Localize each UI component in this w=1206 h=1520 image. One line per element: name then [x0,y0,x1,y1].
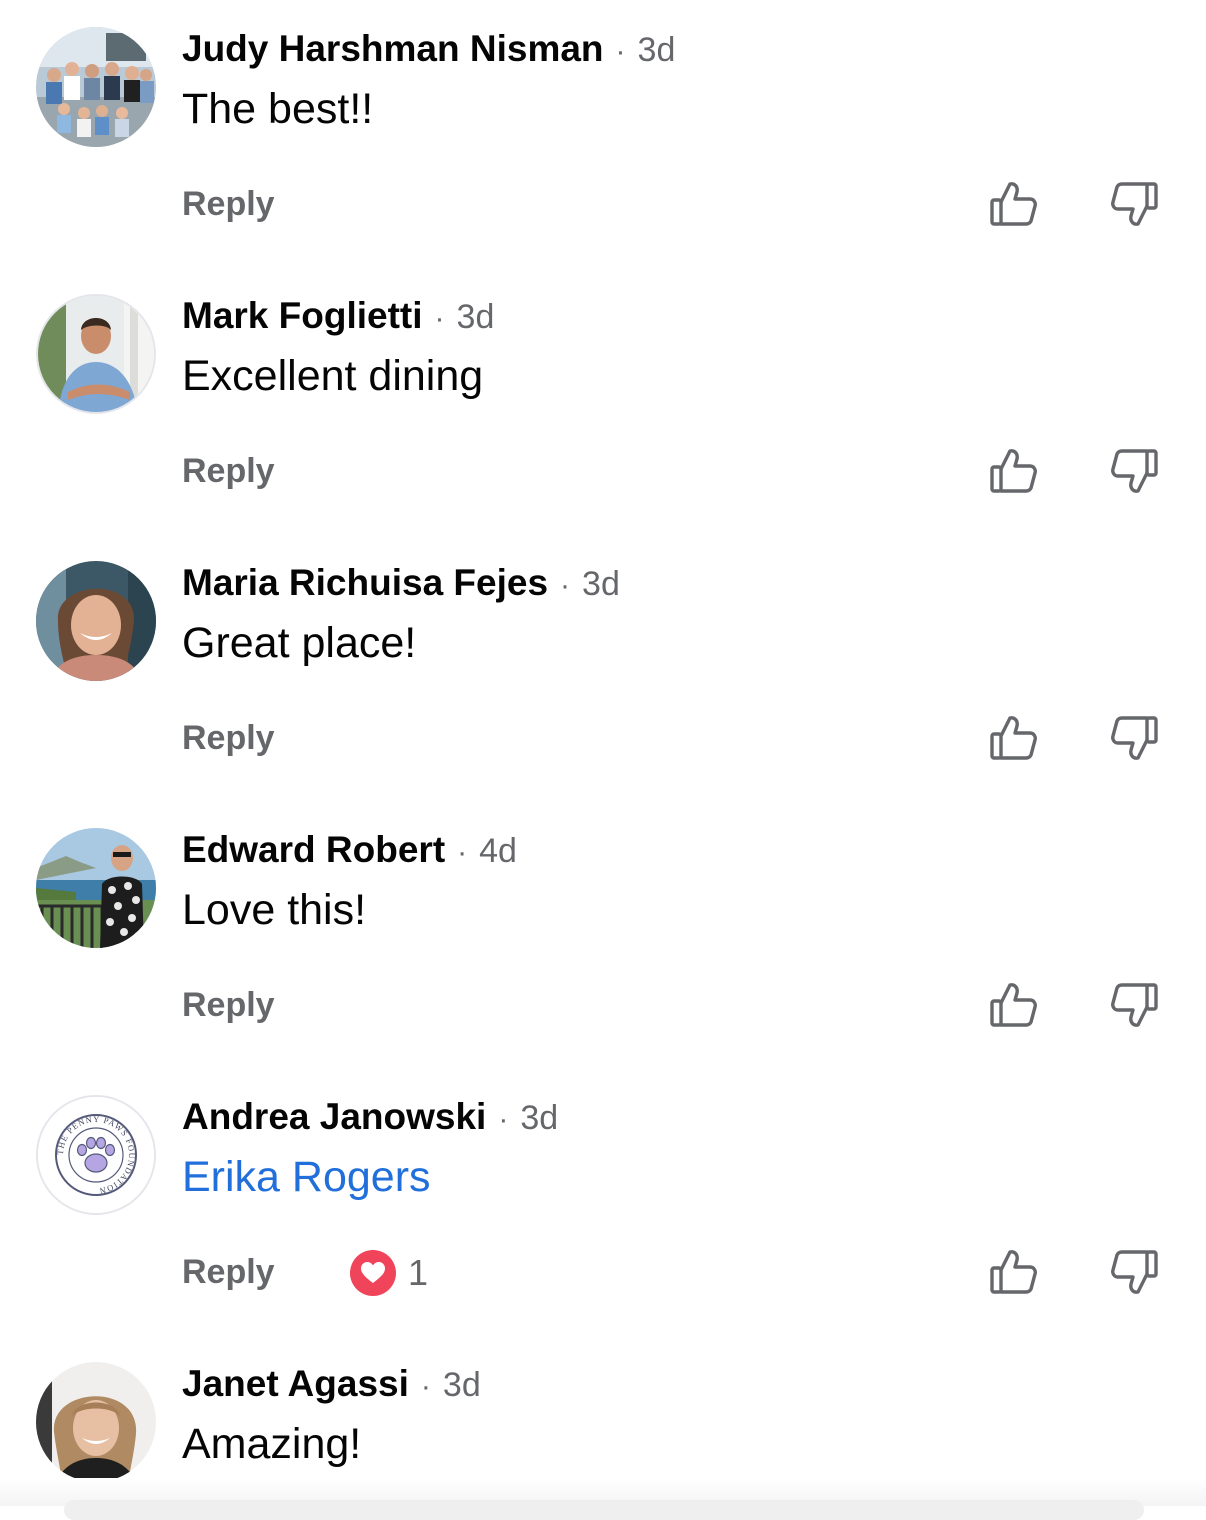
comment-timestamp[interactable]: 3d [582,565,620,604]
reply-button[interactable]: Reply [182,452,275,491]
comment-text: The best!! [182,85,374,133]
comment-timestamp[interactable]: 3d [443,1366,481,1405]
avatar[interactable] [36,828,156,948]
mentioned-user-link[interactable]: Erika Rogers [182,1153,431,1202]
comment-item: Judy Harshman Nisman · 3d The best!! Rep… [0,0,1206,267]
thumbs-up-icon[interactable] [988,1246,1040,1298]
thumbs-down-icon[interactable] [1108,712,1160,764]
author-name[interactable]: Mark Foglietti [182,295,423,337]
comment-text: Amazing! [182,1420,362,1468]
reply-button[interactable]: Reply [182,986,275,1025]
thumbs-up-icon[interactable] [988,979,1040,1031]
comment-header: Judy Harshman Nisman · 3d [182,28,675,72]
author-name[interactable]: Edward Robert [182,829,445,871]
meta-separator: · [457,836,468,869]
author-name[interactable]: Judy Harshman Nisman [182,28,604,70]
avatar[interactable] [36,1362,156,1482]
thumbs-up-icon[interactable] [988,178,1040,230]
comment-header: Janet Agassi · 3d [182,1363,481,1407]
thumbs-up-icon[interactable] [988,712,1040,764]
meta-separator: · [560,569,571,602]
thumbs-down-icon[interactable] [1108,178,1160,230]
comment-input-edge[interactable] [64,1500,1144,1520]
reaction-count: 1 [408,1252,429,1293]
comment-text: Excellent dining [182,352,484,400]
comment-timestamp[interactable]: 4d [479,832,517,871]
comment-composer-edge [0,1478,1206,1520]
avatar-penny-paws-foundation-logo[interactable]: THE PENNY PAWS FOUNDATION [36,1095,156,1215]
comment-text: Love this! [182,886,367,934]
comment-item: Mark Foglietti · 3d Excellent dining Rep… [0,267,1206,534]
thumbs-down-icon[interactable] [1108,445,1160,497]
meta-separator: · [498,1103,509,1136]
avatar[interactable] [36,294,156,414]
comment-header: Maria Richuisa Fejes · 3d [182,562,620,606]
reaction-summary[interactable]: 1 [350,1250,428,1296]
comment-header: Andrea Janowski · 3d [182,1096,558,1140]
heart-icon [350,1250,396,1296]
meta-separator: · [615,35,626,68]
comment-timestamp[interactable]: 3d [520,1099,558,1138]
comment-item: THE PENNY PAWS FOUNDATION Andrea Janowsk… [0,1068,1206,1335]
reply-button[interactable]: Reply [182,185,275,224]
reply-button[interactable]: Reply [182,719,275,758]
author-name[interactable]: Maria Richuisa Fejes [182,562,548,604]
thumbs-down-icon[interactable] [1108,1246,1160,1298]
reply-button[interactable]: Reply [182,1253,275,1292]
comment-timestamp[interactable]: 3d [457,298,495,337]
comment-header: Edward Robert · 4d [182,829,517,873]
avatar[interactable] [36,561,156,681]
thumbs-up-icon[interactable] [988,445,1040,497]
comment-timestamp[interactable]: 3d [638,31,676,70]
thumbs-down-icon[interactable] [1108,979,1160,1031]
comment-header: Mark Foglietti · 3d [182,295,494,339]
author-name[interactable]: Andrea Janowski [182,1096,486,1138]
comment-item: Edward Robert · 4d Love this! Reply [0,801,1206,1068]
avatar[interactable] [36,27,156,147]
meta-separator: · [434,302,445,335]
comment-item: Maria Richuisa Fejes · 3d Great place! R… [0,534,1206,801]
author-name[interactable]: Janet Agassi [182,1363,409,1405]
comment-text: Great place! [182,619,417,667]
meta-separator: · [420,1370,431,1403]
